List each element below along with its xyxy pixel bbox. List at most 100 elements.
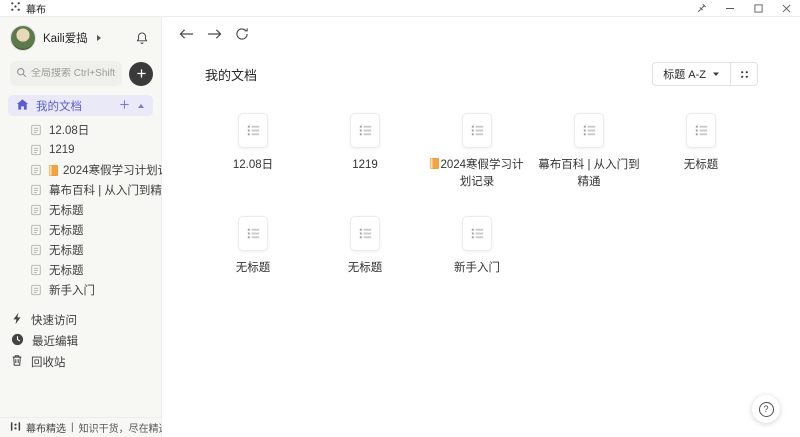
sidebar-doc-item[interactable]: 1219 — [0, 140, 161, 160]
add-doc-icon[interactable] — [119, 99, 130, 113]
shortcut-label: 回收站 — [31, 354, 66, 370]
sidebar-doc-item[interactable]: 新手入门 — [0, 280, 161, 300]
notebook-icon — [430, 158, 439, 169]
document-icon — [238, 113, 268, 148]
doc-title: 无标题 — [49, 202, 84, 218]
close-button[interactable] — [772, 0, 800, 16]
search-row — [0, 56, 161, 93]
document-card[interactable]: 新手入门 — [421, 216, 533, 277]
user-name: Kaili爱捣 — [43, 30, 88, 46]
main-panel: 我的文档 标题 A-Z — [162, 17, 800, 437]
document-card[interactable]: 2024寒假学习计划记录 — [421, 113, 533, 192]
document-icon — [238, 216, 268, 251]
search-icon — [16, 65, 27, 83]
card-title-text: 2024寒假学习计划记录 — [440, 159, 523, 188]
sort-label: 标题 A-Z — [663, 66, 706, 82]
card-title: 无标题 — [348, 260, 383, 277]
card-title: 幕布百科 | 从入门到精通 — [538, 157, 640, 192]
sidebar-doc-item[interactable]: 无标题 — [0, 260, 161, 280]
home-icon — [16, 98, 29, 114]
sidebar-doc-item[interactable]: 12.08日 — [0, 120, 161, 140]
app-brand: 幕布 — [10, 1, 46, 16]
document-icon — [350, 113, 380, 148]
search-box[interactable] — [10, 61, 122, 86]
sidebar-item-recent-edits[interactable]: 最近编辑 — [0, 330, 161, 351]
maximize-button[interactable] — [744, 0, 772, 16]
featured-banner[interactable]: 幕布精选 | 知识干货，尽在精选 — [0, 417, 161, 437]
app-window: 幕布 Kaili爱捣 — [0, 0, 800, 437]
refresh-icon[interactable] — [235, 27, 249, 41]
chevron-down-icon — [712, 68, 720, 80]
document-icon — [462, 216, 492, 251]
sidebar-doc-item[interactable]: 无标题 — [0, 220, 161, 240]
document-grid: 12.08日 1219 2024寒假学习计划记录 — [197, 113, 800, 277]
titlebar: 幕布 — [0, 0, 800, 17]
page-header: 我的文档 标题 A-Z — [162, 62, 800, 86]
sidebar-doc-item[interactable]: 无标题 — [0, 200, 161, 220]
doc-title: 无标题 — [49, 242, 84, 258]
doc-title: 幕布百科 | 从入门到精通 — [49, 182, 173, 198]
lightning-icon — [11, 312, 23, 328]
featured-brand: 幕布精选 — [26, 420, 66, 435]
view-controls: 标题 A-Z — [652, 62, 758, 86]
card-title: 新手入门 — [454, 260, 500, 277]
grid-view-toggle[interactable] — [731, 63, 757, 85]
help-icon: ? — [759, 402, 774, 417]
doc-title: 无标题 — [49, 222, 84, 238]
sort-dropdown[interactable]: 标题 A-Z — [653, 63, 731, 85]
sidebar-item-my-documents[interactable]: 我的文档 — [8, 95, 153, 116]
document-icon — [350, 216, 380, 251]
minimize-button[interactable] — [716, 0, 744, 16]
document-card[interactable]: 1219 — [309, 113, 421, 192]
card-title: 无标题 — [236, 260, 271, 277]
mubu-logo-icon — [10, 1, 21, 15]
document-card[interactable]: 无标题 — [309, 216, 421, 277]
featured-slogan: 知识干货，尽在精选 — [79, 420, 169, 435]
document-card[interactable]: 无标题 — [645, 113, 757, 192]
back-icon[interactable] — [179, 28, 194, 40]
sidebar-item-label: 我的文档 — [36, 98, 82, 114]
mubu-featured-logo-icon — [10, 421, 21, 435]
card-title: 1219 — [352, 157, 378, 174]
shortcut-label: 最近编辑 — [32, 333, 78, 349]
footer-divider: | — [71, 422, 74, 433]
clock-icon — [11, 333, 24, 349]
sidebar: Kaili爱捣 — [0, 17, 162, 437]
collapse-icon[interactable] — [137, 100, 145, 112]
document-icon — [574, 113, 604, 148]
pin-icon[interactable] — [688, 0, 716, 16]
user-menu[interactable]: Kaili爱捣 — [0, 17, 161, 56]
search-input[interactable] — [31, 68, 116, 79]
help-button[interactable]: ? — [752, 395, 780, 423]
new-document-button[interactable] — [129, 62, 153, 86]
doc-title: 12.08日 — [49, 122, 89, 138]
history-nav — [162, 17, 800, 41]
card-title: 12.08日 — [233, 157, 273, 174]
card-title: 2024寒假学习计划记录 — [426, 157, 528, 192]
app-title: 幕布 — [26, 1, 46, 16]
doc-title: 新手入门 — [49, 282, 95, 298]
card-title: 无标题 — [684, 157, 719, 174]
notification-bell-icon[interactable] — [135, 31, 149, 45]
window-controls — [688, 0, 800, 16]
document-list: 12.08日 1219 2024寒假学习计划记录 幕布百科 | 从入门到精通 — [0, 116, 161, 300]
sidebar-shortcuts: 快速访问 最近编辑 回收站 — [0, 300, 161, 372]
doc-title: 1219 — [49, 144, 75, 156]
document-card[interactable]: 无标题 — [197, 216, 309, 277]
forward-icon[interactable] — [207, 28, 222, 40]
chevron-right-icon — [97, 35, 101, 41]
sidebar-doc-item[interactable]: 2024寒假学习计划记录 — [0, 160, 161, 180]
doc-title: 无标题 — [49, 262, 84, 278]
sidebar-doc-item[interactable]: 幕布百科 | 从入门到精通 — [0, 180, 161, 200]
document-icon — [686, 113, 716, 148]
document-card[interactable]: 12.08日 — [197, 113, 309, 192]
notebook-icon — [49, 165, 58, 176]
sidebar-item-quick-access[interactable]: 快速访问 — [0, 309, 161, 330]
avatar[interactable] — [10, 25, 36, 51]
sidebar-doc-item[interactable]: 无标题 — [0, 240, 161, 260]
document-card[interactable]: 幕布百科 | 从入门到精通 — [533, 113, 645, 192]
sidebar-item-trash[interactable]: 回收站 — [0, 351, 161, 372]
document-icon — [462, 113, 492, 148]
page-title: 我的文档 — [205, 65, 257, 84]
shortcut-label: 快速访问 — [31, 312, 77, 328]
